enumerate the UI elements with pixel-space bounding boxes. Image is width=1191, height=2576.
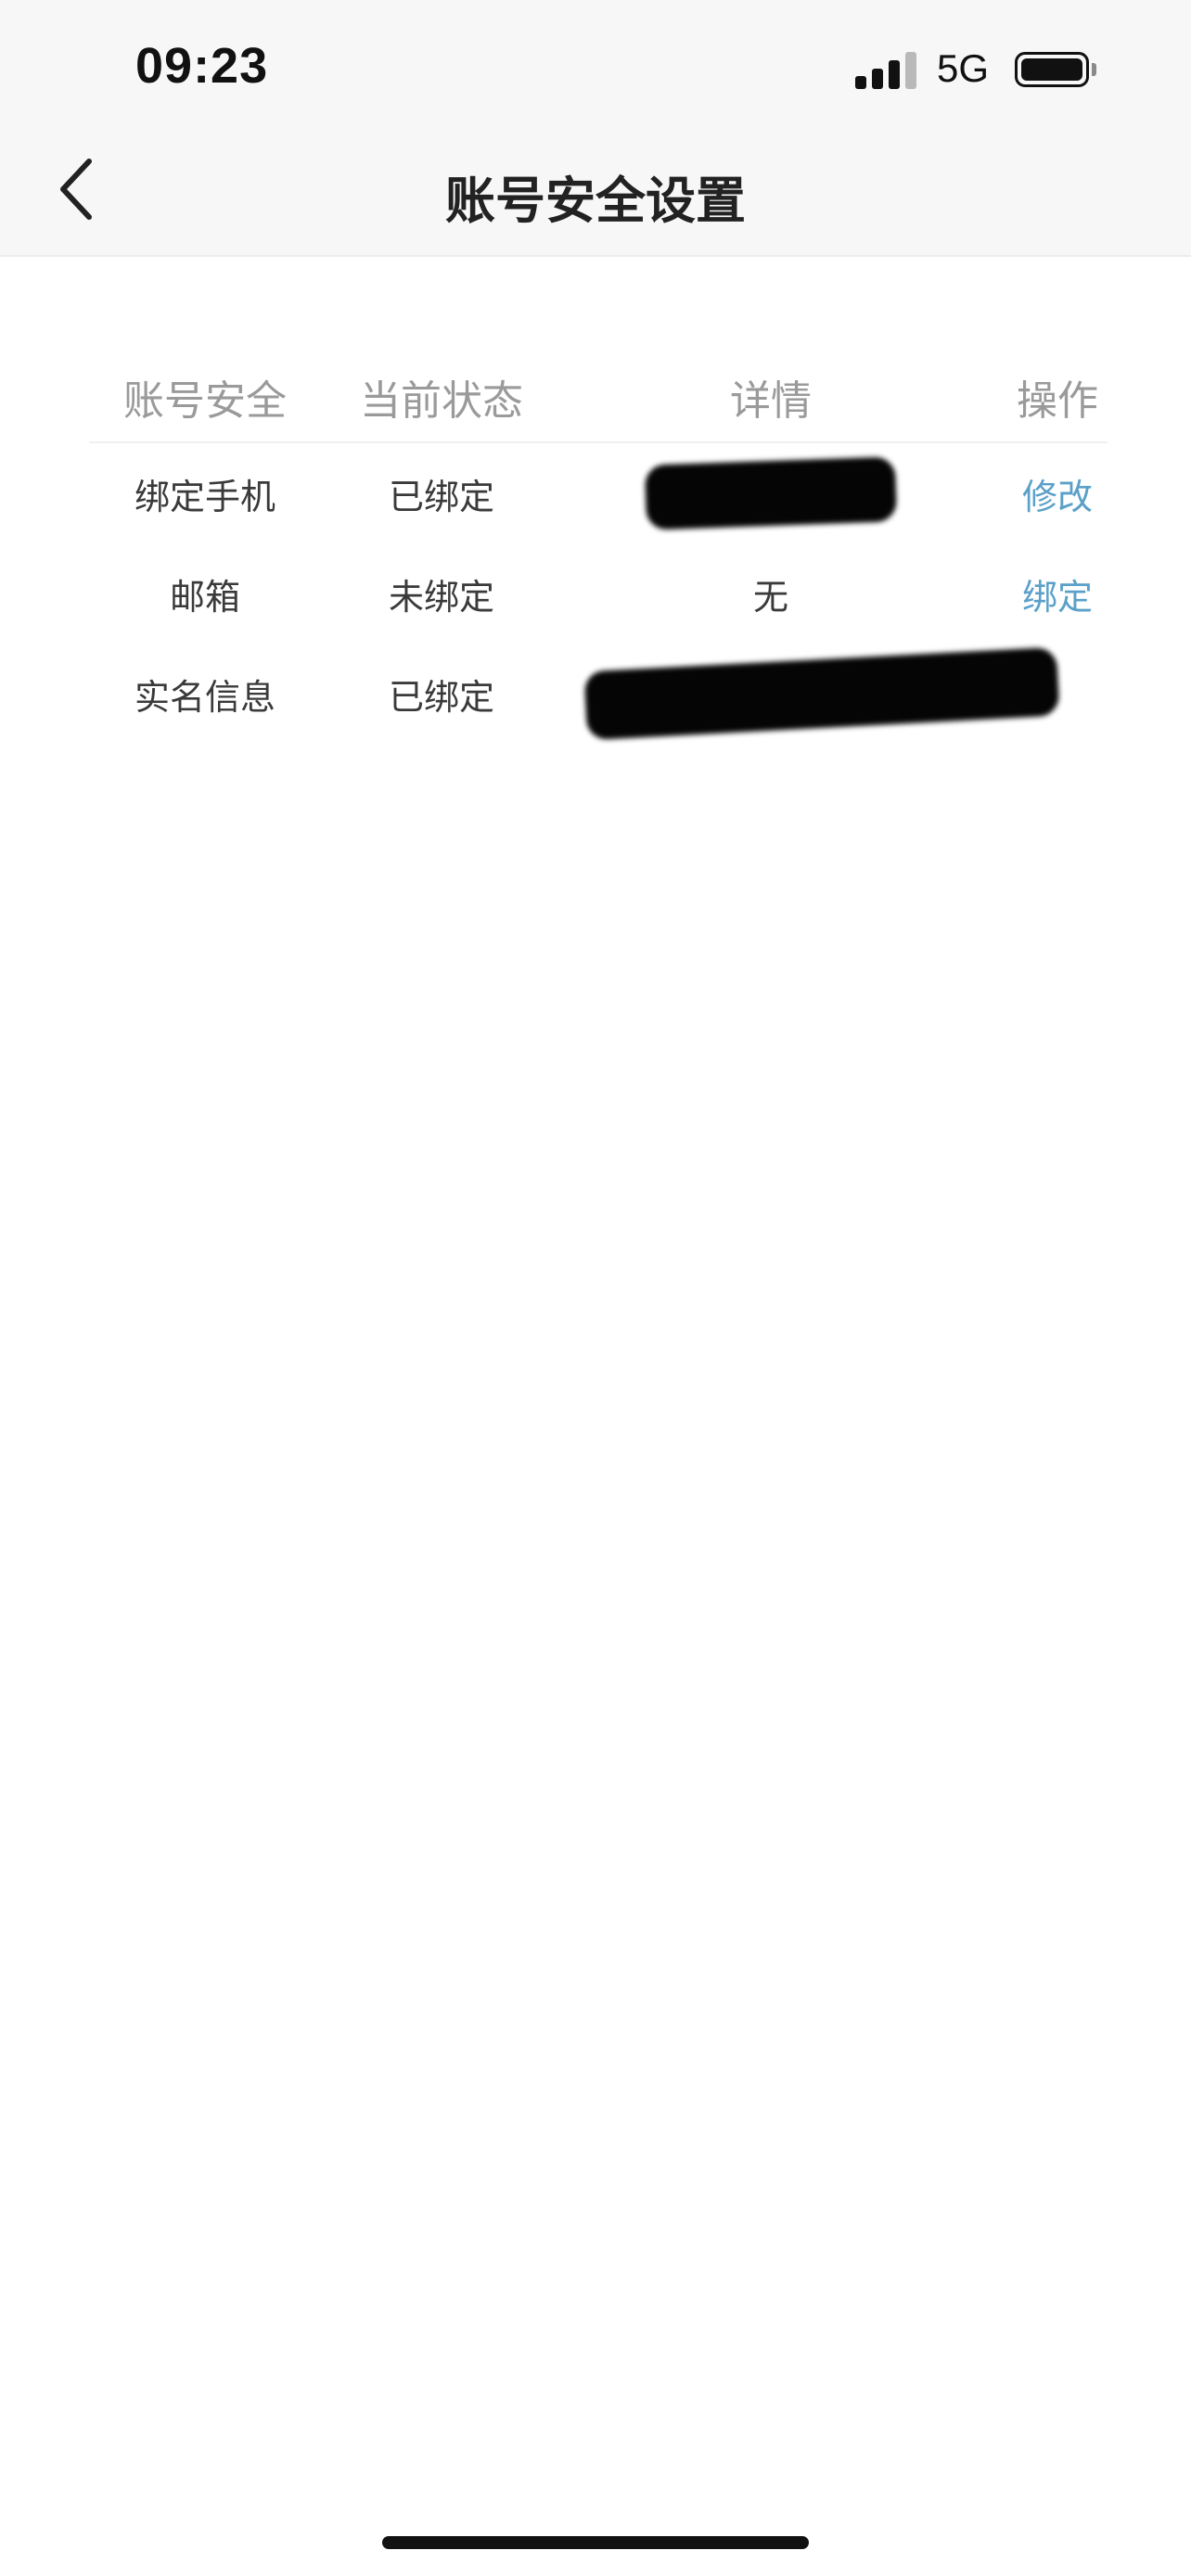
signal-strength-icon (855, 52, 916, 89)
signal-bar (855, 76, 866, 89)
row-detail: 无 (752, 576, 788, 618)
battery-level (1021, 58, 1082, 81)
status-time: 09:23 (135, 38, 269, 94)
row-status: 已绑定 (388, 476, 494, 517)
battery-icon (1015, 52, 1089, 87)
table-row-email: 邮箱 未绑定 无 绑定 (89, 543, 1108, 644)
row-detail (562, 443, 980, 543)
table-header: 账号安全 当前状态 详情 操作 (89, 352, 1108, 443)
network-type: 5G (937, 46, 990, 90)
modify-phone-button[interactable]: 修改 (980, 443, 1135, 543)
column-header-account-security: 账号安全 (123, 377, 287, 425)
signal-bar (905, 52, 916, 89)
column-header-details: 详情 (730, 377, 812, 425)
bind-email-button[interactable]: 绑定 (980, 543, 1135, 644)
row-status: 未绑定 (388, 576, 494, 618)
battery-cap (1092, 63, 1096, 76)
row-item-label: 实名信息 (134, 676, 275, 718)
row-item-label: 绑定手机 (134, 476, 275, 517)
signal-bar (872, 69, 883, 89)
table-row-real-name: 实名信息 已绑定 (89, 644, 1108, 744)
home-indicator[interactable] (382, 2536, 809, 2549)
redacted-phone-number (644, 456, 898, 530)
row-status: 已绑定 (388, 676, 494, 718)
signal-bar (889, 60, 900, 89)
page-title: 账号安全设置 (445, 172, 746, 230)
column-header-action: 操作 (1017, 377, 1098, 425)
row-item-label: 邮箱 (169, 576, 240, 618)
top-bar: 09:23 5G 账号安全设置 (0, 0, 1191, 257)
row-detail (562, 644, 1082, 744)
account-security-table: 账号安全 当前状态 详情 操作 绑定手机 已绑定 修改 邮箱 未绑定 无 绑定 … (89, 352, 1108, 744)
table-row-phone: 绑定手机 已绑定 修改 (89, 443, 1108, 543)
redacted-identity-info (583, 646, 1060, 741)
column-header-current-status: 当前状态 (360, 377, 523, 425)
